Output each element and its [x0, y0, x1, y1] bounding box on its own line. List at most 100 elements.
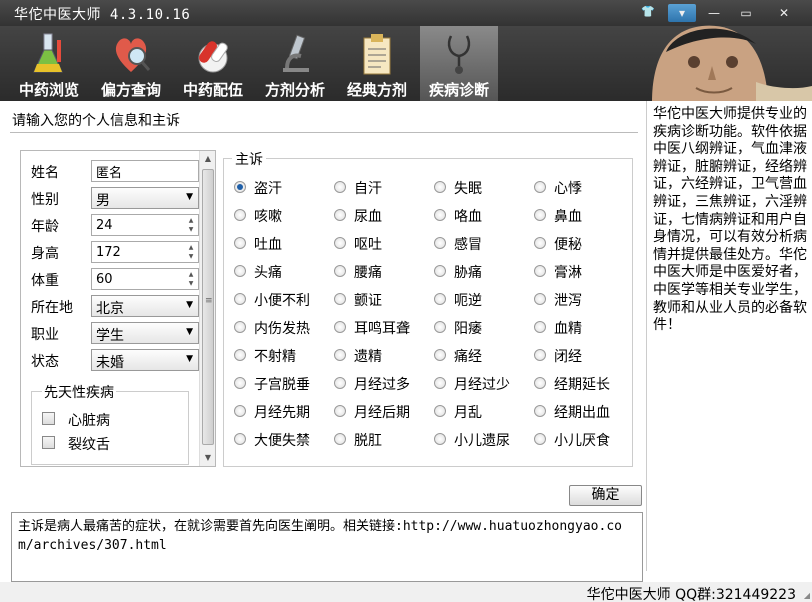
maximize-icon[interactable]: ▭ — [732, 4, 760, 22]
radio-button[interactable] — [534, 405, 546, 417]
radio-label: 吐血 — [254, 237, 282, 253]
radio-button[interactable] — [234, 433, 246, 445]
radio-button[interactable] — [334, 209, 346, 221]
tab-prescription-analysis[interactable]: 方剂分析 — [256, 26, 334, 101]
notes-text: 主诉是病人最痛苦的症状，在就诊需要首先向医生阐明。相关链接:http://www… — [18, 519, 622, 553]
minimize-icon[interactable]: — — [700, 4, 728, 22]
checkbox[interactable] — [42, 412, 55, 425]
vertical-scrollbar[interactable]: ▲ ≡ ▼ — [199, 151, 215, 466]
radio-label: 小儿厌食 — [554, 433, 610, 449]
shirt-icon[interactable]: 👕 — [640, 5, 656, 19]
radio-button[interactable] — [534, 321, 546, 333]
radio-button[interactable] — [234, 209, 246, 221]
radio-button[interactable] — [234, 377, 246, 389]
page-prompt: 请输入您的个人信息和主诉 — [12, 113, 180, 129]
increment-icon[interactable]: ▲ — [185, 270, 197, 279]
decrement-icon[interactable]: ▼ — [185, 279, 197, 288]
radio-label: 呕吐 — [354, 237, 382, 253]
location-label: 所在地 — [31, 300, 73, 316]
tab-classic-prescriptions[interactable]: 经典方剂 — [338, 26, 416, 101]
radio-button[interactable] — [334, 265, 346, 277]
radio-button[interactable] — [234, 405, 246, 417]
marital-status-select[interactable]: 未婚 ▼ — [91, 349, 199, 371]
location-row: 所在地 北京 ▼ — [31, 295, 201, 317]
radio-button[interactable] — [434, 433, 446, 445]
height-stepper[interactable]: 172 ▲ ▼ — [91, 241, 199, 263]
radio-button[interactable] — [534, 293, 546, 305]
radio-button[interactable] — [334, 237, 346, 249]
radio-button[interactable] — [434, 321, 446, 333]
radio-button[interactable] — [334, 433, 346, 445]
tab-herb-browse[interactable]: 中药浏览 — [10, 26, 88, 101]
job-label: 职业 — [31, 327, 59, 343]
radio-button[interactable] — [534, 181, 546, 193]
radio-button[interactable] — [334, 321, 346, 333]
congenital-group: 先天性疾病 心脏病 裂纹舌 — [31, 382, 189, 465]
tab-herb-combination[interactable]: 中药配伍 — [174, 26, 252, 101]
confirm-button[interactable]: 确定 — [569, 485, 642, 506]
radio-button[interactable] — [434, 237, 446, 249]
app-title: 华佗中医大师 4.3.10.16 — [14, 7, 191, 23]
radio-button[interactable] — [334, 349, 346, 361]
radio-button[interactable] — [434, 377, 446, 389]
radio-button[interactable] — [534, 237, 546, 249]
decrement-icon[interactable]: ▼ — [185, 252, 197, 261]
radio-button[interactable] — [534, 209, 546, 221]
radio-button[interactable] — [234, 265, 246, 277]
radio-button[interactable] — [334, 377, 346, 389]
gender-select[interactable]: 男 ▼ — [91, 187, 199, 209]
scroll-down-icon[interactable]: ▼ — [200, 450, 216, 466]
height-label: 身高 — [31, 246, 59, 262]
radio-label: 盗汗 — [254, 181, 282, 197]
radio-button[interactable] — [534, 377, 546, 389]
radio-button[interactable] — [434, 181, 446, 193]
window-controls: ▾ — ▭ ✕ — [668, 4, 804, 22]
checkbox[interactable] — [42, 436, 55, 449]
name-row: 姓名 — [31, 160, 201, 182]
radio-button[interactable] — [534, 265, 546, 277]
radio-button[interactable] — [334, 405, 346, 417]
scroll-thumb[interactable]: ≡ — [202, 169, 214, 445]
radio-button[interactable] — [234, 349, 246, 361]
close-icon[interactable]: ✕ — [764, 4, 804, 22]
resize-grip-icon[interactable]: ◢ — [804, 591, 810, 600]
radio-button[interactable] — [334, 293, 346, 305]
radio-button[interactable] — [434, 209, 446, 221]
radio-button[interactable] — [534, 433, 546, 445]
radio-button[interactable] — [234, 293, 246, 305]
increment-icon[interactable]: ▲ — [185, 216, 197, 225]
location-select[interactable]: 北京 ▼ — [91, 295, 199, 317]
radio-label: 子宫脱垂 — [254, 377, 310, 393]
grip-icon: ≡ — [205, 296, 213, 306]
radio-label: 呃逆 — [454, 293, 482, 309]
decrement-icon[interactable]: ▼ — [185, 225, 197, 234]
dropdown-menu-icon[interactable]: ▾ — [668, 4, 696, 22]
notes-textarea[interactable]: 主诉是病人最痛苦的症状，在就诊需要首先向医生阐明。相关链接:http://www… — [11, 512, 643, 582]
status-text: 华佗中医大师 QQ群:321449223 — [586, 587, 796, 602]
radio-label: 自汗 — [354, 181, 382, 197]
name-field[interactable] — [91, 160, 199, 182]
gender-label: 性别 — [31, 192, 59, 208]
radio-button[interactable] — [434, 265, 446, 277]
radio-label: 闭经 — [554, 349, 582, 365]
age-stepper[interactable]: 24 ▲ ▼ — [91, 214, 199, 236]
radio-button[interactable] — [334, 181, 346, 193]
tab-folk-remedy[interactable]: 偏方查询 — [92, 26, 170, 101]
radio-button[interactable] — [534, 349, 546, 361]
hua-tuo-portrait — [652, 25, 812, 102]
radio-label: 尿血 — [354, 209, 382, 225]
tab-disease-diagnosis[interactable]: 疾病诊断 — [420, 26, 498, 101]
radio-button[interactable] — [234, 181, 246, 193]
radio-button[interactable] — [434, 293, 446, 305]
radio-button[interactable] — [234, 321, 246, 333]
radio-button[interactable] — [434, 349, 446, 361]
radio-label: 咳嗽 — [254, 209, 282, 225]
scroll-up-icon[interactable]: ▲ — [200, 151, 216, 167]
weight-stepper[interactable]: 60 ▲ ▼ — [91, 268, 199, 290]
increment-icon[interactable]: ▲ — [185, 243, 197, 252]
checkbox-label: 心脏病 — [68, 413, 110, 429]
radio-button[interactable] — [234, 237, 246, 249]
pills-icon — [198, 41, 228, 73]
radio-button[interactable] — [434, 405, 446, 417]
job-select[interactable]: 学生 ▼ — [91, 322, 199, 344]
